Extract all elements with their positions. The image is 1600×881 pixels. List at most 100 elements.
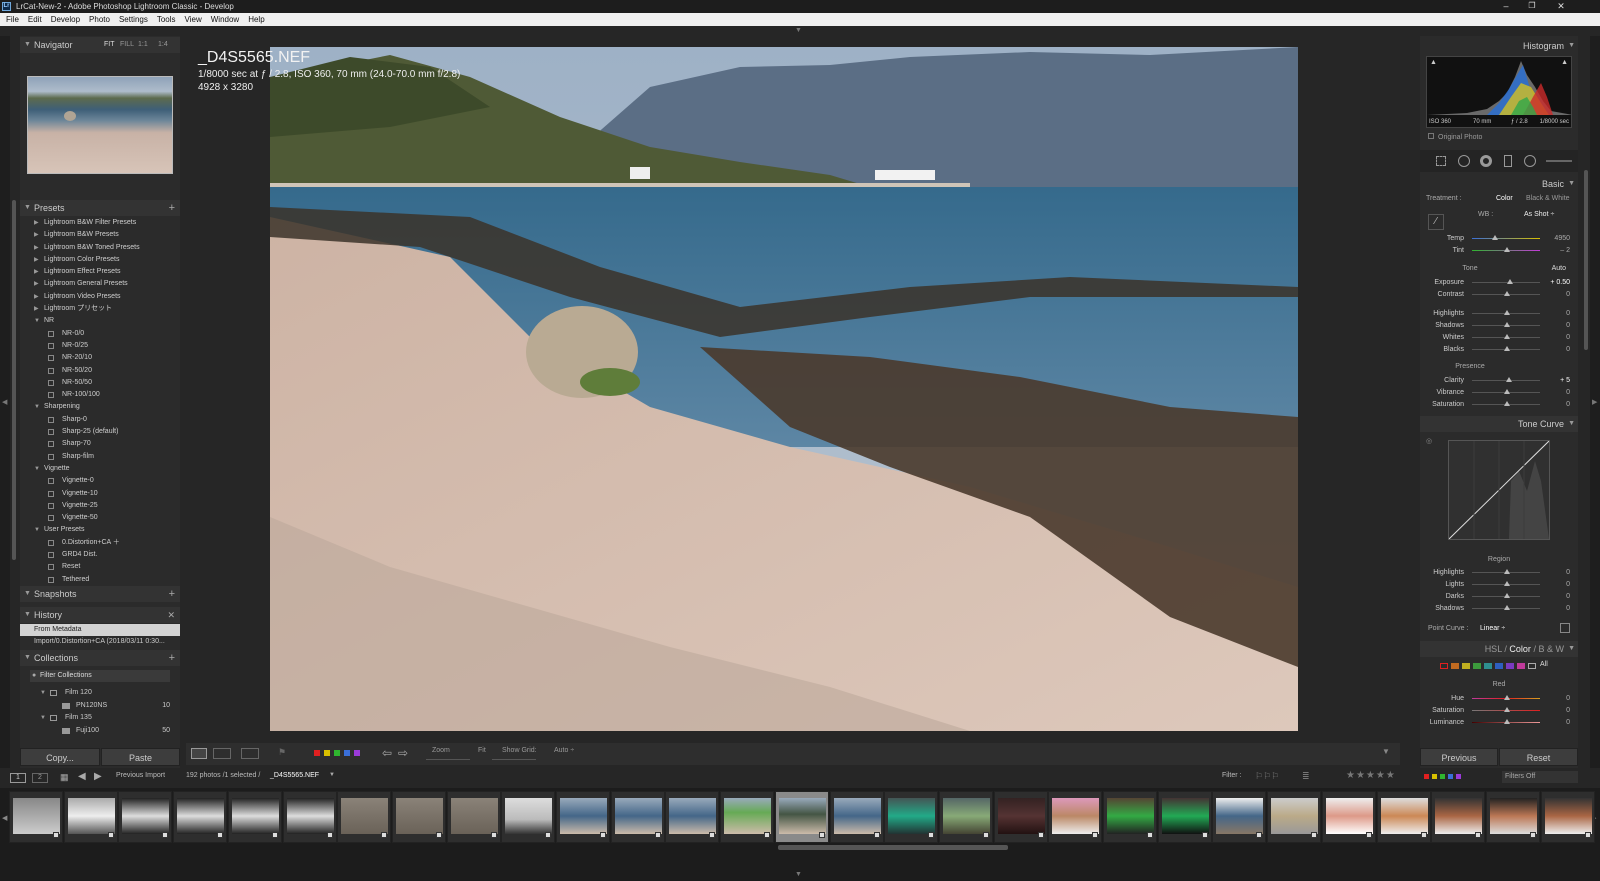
nav-fill[interactable]: FILL [120, 37, 134, 53]
preset-item[interactable]: NR-20/10 [20, 352, 180, 364]
selected-filename[interactable]: _D4S5565.NEF [270, 772, 319, 779]
curve-lights-knob[interactable] [1504, 581, 1510, 586]
preset-item[interactable]: NR-50/20 [20, 365, 180, 377]
preset-item[interactable]: Vignette-0 [20, 475, 180, 487]
red-saturation-value[interactable]: 0 [1566, 705, 1570, 716]
hsl-purple-swatch[interactable] [1506, 663, 1514, 669]
collection-item[interactable]: Fuji100 50 [20, 725, 180, 737]
vibrance-slider-row[interactable]: Vibrance 0 [1420, 387, 1578, 398]
menu-window[interactable]: Window [205, 13, 242, 26]
preset-folder-user[interactable]: ▼ User Presets [20, 524, 180, 536]
shadows-slider-row[interactable]: Shadows 0 [1420, 320, 1578, 331]
blacks-knob[interactable] [1504, 346, 1510, 351]
exposure-track[interactable] [1472, 282, 1540, 283]
preset-item[interactable]: Vignette-50 [20, 512, 180, 524]
toolbar-menu-chevron-icon[interactable]: ▼ [1382, 747, 1390, 756]
clarity-knob[interactable] [1506, 377, 1512, 382]
top-panel-toggle-icon[interactable]: ▼ [795, 27, 802, 34]
clarity-value[interactable]: + 5 [1560, 375, 1570, 386]
filmstrip-thumbnail[interactable] [118, 791, 173, 843]
filmstrip-thumbnail[interactable] [282, 791, 337, 843]
forward-arrow-icon[interactable]: ▶ [94, 771, 102, 782]
preset-group[interactable]: ▶ Lightroom Video Presets [20, 291, 180, 303]
highlights-knob[interactable] [1504, 310, 1510, 315]
preset-item[interactable]: NR-50/50 [20, 377, 180, 389]
filmstrip-thumbnail[interactable] [829, 791, 884, 843]
grid-slider[interactable] [492, 759, 536, 760]
zoom-slider[interactable] [426, 759, 470, 760]
preset-item[interactable]: Sharp-70 [20, 438, 180, 450]
original-photo-checkbox[interactable]: Original Photo [1428, 133, 1568, 141]
clarity-slider-row[interactable]: Clarity + 5 [1420, 375, 1578, 386]
red-hue-row[interactable]: Hue 0 [1420, 693, 1578, 704]
snapshots-header[interactable]: ▼ Snapshots + [20, 586, 180, 602]
tone-curve-header[interactable]: Tone Curve ▼ [1420, 416, 1578, 432]
right-edge-collapse[interactable]: ▶ [1590, 36, 1600, 778]
whites-slider-row[interactable]: Whites 0 [1420, 332, 1578, 343]
filmstrip-thumbnail[interactable] [227, 791, 282, 843]
hsl-all-swatch[interactable] [1528, 663, 1536, 669]
crop-tool-icon[interactable] [1436, 156, 1446, 166]
grid-view-icon[interactable]: ▦ [60, 772, 69, 783]
nav-fit[interactable]: FIT [104, 37, 115, 53]
shadows-value[interactable]: 0 [1566, 320, 1570, 331]
add-collection-icon[interactable]: + [169, 650, 175, 666]
temp-slider-row[interactable]: Temp 4950 [1420, 233, 1578, 244]
menu-develop[interactable]: Develop [45, 13, 83, 26]
hsl-tab[interactable]: HSL [1485, 644, 1502, 654]
filter-label-yellow[interactable] [1432, 774, 1437, 779]
hsl-blue-swatch[interactable] [1495, 663, 1503, 669]
nav-1-4[interactable]: 1:4 [158, 37, 168, 53]
highlight-clipping-icon[interactable]: ▲ [1561, 59, 1568, 66]
tint-slider-row[interactable]: Tint – 2 [1420, 245, 1578, 256]
left-edge-collapse[interactable]: ◀ [0, 36, 10, 778]
contrast-value[interactable]: 0 [1566, 289, 1570, 300]
basic-header[interactable]: Basic ▼ [1420, 176, 1578, 192]
preset-item[interactable]: Reset [20, 561, 180, 573]
nav-1-1[interactable]: 1:1 [138, 37, 148, 53]
zoom-fit[interactable]: Fit [478, 747, 486, 754]
filter-label-green[interactable] [1440, 774, 1445, 779]
filmstrip-thumbnail[interactable] [501, 791, 556, 843]
filter-label-red[interactable] [1424, 774, 1429, 779]
shadow-clipping-icon[interactable]: ▲ [1430, 59, 1437, 66]
filmstrip-left-arrow-icon[interactable]: ◀ [2, 814, 7, 822]
auto-tone-button[interactable]: Auto [1552, 265, 1566, 272]
preset-folder-vignette[interactable]: ▼ Vignette [20, 463, 180, 475]
blacks-slider-row[interactable]: Blacks 0 [1420, 344, 1578, 355]
right-scrollbar[interactable] [1584, 170, 1588, 350]
curve-darks-row[interactable]: Darks 0 [1420, 591, 1578, 602]
add-preset-icon[interactable]: + [169, 200, 175, 216]
filmstrip-thumbnail[interactable] [665, 791, 720, 843]
filmstrip-thumbnail[interactable] [391, 791, 446, 843]
menu-tools[interactable]: Tools [151, 13, 179, 26]
curve-darks-value[interactable]: 0 [1566, 591, 1570, 602]
hsl-red-swatch[interactable] [1440, 663, 1448, 669]
menu-photo[interactable]: Photo [83, 13, 113, 26]
tone-curve-graph[interactable] [1448, 440, 1550, 540]
restore-button[interactable]: ❐ [1519, 0, 1545, 13]
filter-collections-field[interactable]: ● Filter Collections [30, 670, 170, 682]
reset-button[interactable]: Reset [1499, 748, 1578, 766]
copy-button[interactable]: Copy... [20, 748, 100, 766]
clear-history-icon[interactable]: ✕ [167, 607, 175, 623]
presets-header[interactable]: ▼ Presets + [20, 200, 180, 216]
hsl-magenta-swatch[interactable] [1517, 663, 1525, 669]
preset-folder-nr[interactable]: ▼ NR [20, 315, 180, 327]
contrast-knob[interactable] [1504, 291, 1510, 296]
red-hue-value[interactable]: 0 [1566, 693, 1570, 704]
loupe-view-icon[interactable] [191, 748, 207, 759]
filmstrip-thumbnail[interactable] [1267, 791, 1322, 843]
treatment-black-white[interactable]: Black & White [1526, 195, 1570, 202]
filmstrip-thumbnail[interactable] [173, 791, 228, 843]
preset-item[interactable]: Vignette-25 [20, 500, 180, 512]
color-label-green[interactable] [334, 750, 340, 756]
preset-item[interactable]: GRD4 Dist. [20, 549, 180, 561]
left-scrollbar[interactable] [12, 200, 16, 560]
saturation-knob[interactable] [1504, 401, 1510, 406]
flag-filter-icon[interactable]: ⚐⚐⚐ [1255, 771, 1279, 782]
image-viewer[interactable]: _D4S5565.NEF 1/8000 sec at ƒ / 2.8, ISO … [186, 36, 1400, 743]
preset-group[interactable]: ▶ Lightroom B&W Presets [20, 229, 180, 241]
hsl-green-swatch[interactable] [1473, 663, 1481, 669]
temp-track[interactable] [1472, 238, 1540, 239]
